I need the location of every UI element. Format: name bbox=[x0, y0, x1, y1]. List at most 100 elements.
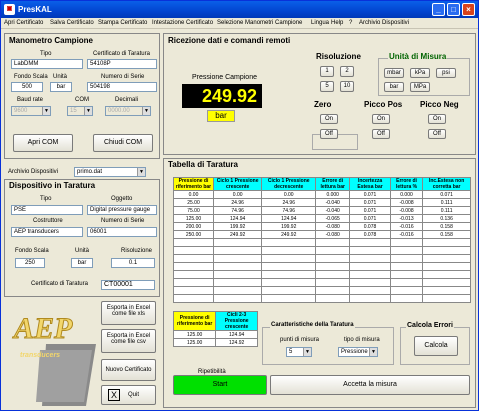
table-cell[interactable] bbox=[261, 294, 317, 303]
table-cell[interactable]: 75.00 bbox=[173, 206, 214, 215]
table-cell[interactable]: -0.016 bbox=[389, 230, 424, 239]
table-cell[interactable]: -0.065 bbox=[315, 214, 351, 223]
table-cell[interactable] bbox=[173, 294, 214, 303]
piccopos-off-button[interactable]: Off bbox=[372, 129, 390, 139]
ris-1-button[interactable]: 1 bbox=[320, 66, 334, 77]
table-cell[interactable] bbox=[173, 270, 214, 279]
table-cell[interactable]: 0.071 bbox=[349, 190, 391, 199]
ris-2-button[interactable]: 2 bbox=[340, 66, 354, 77]
table-cell[interactable]: 249.92 bbox=[261, 230, 317, 239]
chiudi-com-button[interactable]: Chiudi COM bbox=[93, 134, 153, 152]
ris-10-button[interactable]: 10 bbox=[340, 81, 354, 92]
table-cell[interactable]: 0.111 bbox=[422, 206, 471, 215]
table-cell[interactable] bbox=[389, 254, 424, 263]
menu-intestazione-certificato[interactable]: Intestazione Certificato bbox=[152, 20, 213, 26]
menu-selezione-manometri[interactable]: Selezione Manometri Campione bbox=[217, 20, 302, 26]
disp-unita-field[interactable]: bar bbox=[71, 258, 93, 268]
table-cell[interactable]: -0.040 bbox=[315, 198, 351, 207]
table-cell[interactable]: 125.00 bbox=[172, 330, 217, 339]
table-cell[interactable]: 0.071 bbox=[349, 206, 391, 215]
table-cell[interactable]: 249.92 bbox=[212, 230, 263, 239]
table-cell[interactable]: 0.00 bbox=[212, 190, 263, 199]
campione-cert-field[interactable]: 54108P bbox=[87, 59, 157, 69]
table-cell[interactable] bbox=[261, 254, 317, 263]
accetta-misura-button[interactable]: Accetta la misura bbox=[270, 375, 470, 395]
punti-select[interactable]: 5 ▼ bbox=[286, 347, 312, 357]
table-cell[interactable] bbox=[261, 246, 317, 255]
table-cell[interactable]: 125.00 bbox=[172, 338, 217, 347]
table-cell[interactable] bbox=[261, 278, 317, 287]
table-cell[interactable] bbox=[349, 254, 391, 263]
table-cell[interactable] bbox=[389, 262, 424, 271]
table-cell[interactable]: 25.00 bbox=[173, 198, 214, 207]
campione-tipo-field[interactable]: LabDMM bbox=[11, 59, 83, 69]
table-cell[interactable] bbox=[315, 278, 351, 287]
table-cell[interactable] bbox=[422, 238, 471, 247]
table-cell[interactable] bbox=[422, 262, 471, 271]
table-cell[interactable] bbox=[315, 246, 351, 255]
table-cell[interactable]: 125.00 bbox=[173, 214, 214, 223]
table-cell[interactable] bbox=[315, 286, 351, 295]
menu-about[interactable]: ? bbox=[349, 20, 352, 26]
table-cell[interactable] bbox=[173, 246, 214, 255]
disp-fondo-field[interactable]: 250 bbox=[15, 258, 45, 268]
archivio-select[interactable]: primo.dat ▼ bbox=[74, 167, 146, 177]
table-cell[interactable] bbox=[212, 270, 263, 279]
table-cell[interactable]: -0.080 bbox=[315, 230, 351, 239]
table-cell[interactable] bbox=[212, 294, 263, 303]
table-cell[interactable] bbox=[422, 294, 471, 303]
table-cell[interactable] bbox=[212, 254, 263, 263]
campione-fondo-field[interactable]: 500 bbox=[11, 82, 43, 92]
menu-stampa-certificato[interactable]: Stampa Certificato bbox=[98, 20, 147, 26]
picconeg-on-button[interactable]: On bbox=[428, 114, 446, 124]
table-cell[interactable] bbox=[173, 278, 214, 287]
export-xls-button[interactable]: Esporta in Excel come file xls bbox=[101, 301, 156, 325]
menu-salva-certificato[interactable]: Salva Certificato bbox=[50, 20, 94, 26]
table-cell[interactable]: 124.94 bbox=[261, 214, 317, 223]
table-cell[interactable]: 0.071 bbox=[422, 190, 471, 199]
close-button[interactable]: × bbox=[462, 3, 475, 16]
zero-on-button[interactable]: On bbox=[320, 114, 338, 124]
table-cell[interactable] bbox=[261, 238, 317, 247]
export-csv-button[interactable]: Esporta in Excel come file csv bbox=[101, 329, 156, 353]
disp-oggetto-field[interactable]: Digital pressure gauge bbox=[87, 205, 157, 215]
table-cell[interactable] bbox=[212, 262, 263, 271]
campione-serie-field[interactable]: 504198 bbox=[87, 82, 157, 92]
table-cell[interactable] bbox=[422, 246, 471, 255]
menu-apri-certificato[interactable]: Apri Certificato bbox=[4, 20, 43, 26]
menu-help[interactable]: Help bbox=[331, 20, 343, 26]
table-cell[interactable]: 0.000 bbox=[315, 190, 351, 199]
table-cell[interactable] bbox=[422, 270, 471, 279]
com-select[interactable]: 15 ▼ bbox=[67, 106, 93, 116]
nuovo-certificato-button[interactable]: Nuovo Certificato bbox=[101, 359, 156, 381]
disp-costr-field[interactable]: AEP transducers bbox=[11, 227, 83, 237]
table-cell[interactable]: 0.136 bbox=[422, 214, 471, 223]
tipo-misura-select[interactable]: Pressione ▼ bbox=[338, 347, 378, 357]
table-cell[interactable] bbox=[389, 238, 424, 247]
table-cell[interactable]: 0.158 bbox=[422, 230, 471, 239]
table-cell[interactable] bbox=[173, 286, 214, 295]
table-cell[interactable]: 74.96 bbox=[212, 206, 263, 215]
menu-lingua[interactable]: Lingua bbox=[311, 20, 329, 26]
campione-unita-field[interactable]: bar bbox=[50, 82, 72, 92]
table-cell[interactable] bbox=[389, 294, 424, 303]
table-cell[interactable]: 199.92 bbox=[261, 222, 317, 231]
table-cell[interactable] bbox=[315, 294, 351, 303]
minimize-button[interactable]: _ bbox=[432, 3, 445, 16]
unit-mbar-button[interactable]: mbar bbox=[384, 68, 404, 78]
table-cell[interactable] bbox=[422, 254, 471, 263]
table-cell[interactable] bbox=[349, 294, 391, 303]
table-cell[interactable] bbox=[212, 246, 263, 255]
ris-5-button[interactable]: 5 bbox=[320, 81, 334, 92]
table-cell[interactable] bbox=[349, 246, 391, 255]
table-cell[interactable]: -0.016 bbox=[389, 222, 424, 231]
picconeg-off-button[interactable]: Off bbox=[428, 129, 446, 139]
quit-button[interactable]: X Quit bbox=[101, 385, 156, 405]
baud-select[interactable]: 9600 ▼ bbox=[11, 106, 51, 116]
table-cell[interactable] bbox=[422, 286, 471, 295]
maximize-button[interactable]: □ bbox=[447, 3, 460, 16]
table-cell[interactable]: 124.94 bbox=[212, 214, 263, 223]
table-cell[interactable] bbox=[349, 262, 391, 271]
table-cell[interactable]: 200.00 bbox=[173, 222, 214, 231]
table-cell[interactable] bbox=[212, 238, 263, 247]
